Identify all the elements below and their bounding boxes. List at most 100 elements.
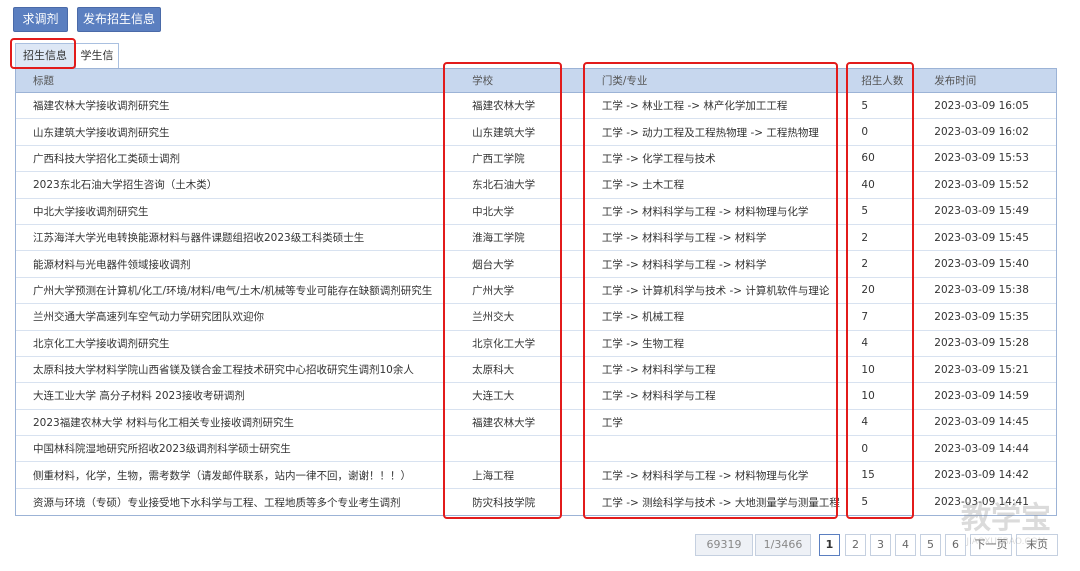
row-school: 广西工学院: [472, 152, 525, 165]
row-num: 5: [861, 496, 869, 509]
pager-page-5[interactable]: 5: [920, 534, 941, 556]
row-school: 大连工大: [472, 390, 515, 403]
row-school: 福建农林大学: [472, 416, 536, 429]
table-row[interactable]: 侧重材料，化学，生物，需考数学（请发邮件联系，站内一律不回，谢谢！！！） 上海工程…: [16, 462, 1056, 489]
row-time: 2023-03-09 15:53: [934, 152, 1029, 165]
table-row[interactable]: 太原科技大学材料学院山西省镁及镁合金工程技术研究中心招收研究生调剂10余人 太原科…: [16, 357, 1056, 384]
row-school: 广州大学: [472, 284, 515, 297]
row-title[interactable]: 江苏海洋大学光电转换能源材料与器件课题组招收2023级工科类硕士生: [16, 230, 455, 245]
row-title[interactable]: 中北大学接收调剂研究生: [16, 204, 455, 219]
row-num: 10: [861, 363, 875, 376]
pager-next[interactable]: 下一页: [970, 534, 1012, 556]
row-num: 20: [861, 284, 875, 297]
table-row[interactable]: 资源与环境（专硕）专业接受地下水科学与工程、工程地质等多个专业考生调剂 防灾科技学…: [16, 489, 1056, 515]
row-title[interactable]: 能源材料与光电器件领域接收调剂: [16, 257, 455, 272]
table-row[interactable]: 广州大学预测在计算机/化工/环境/材料/电气/土木/机械等专业可能存在缺额调剂研…: [16, 278, 1056, 305]
row-time: 2023-03-09 15:52: [934, 178, 1029, 191]
header-title[interactable]: 标题: [16, 73, 455, 88]
row-num: 15: [861, 469, 875, 482]
row-major: 工学 -> 材料科学与工程: [601, 364, 716, 377]
row-num: 2: [861, 231, 869, 244]
row-time: 2023-03-09 15:40: [934, 258, 1029, 271]
row-time: 2023-03-09 14:44: [934, 442, 1029, 455]
row-title[interactable]: 中国林科院湿地研究所招收2023级调剂科学硕士研究生: [16, 441, 455, 456]
row-time: 2023-03-09 15:38: [934, 284, 1029, 297]
table-row[interactable]: 中北大学接收调剂研究生 中北大学 工学 -> 材料科学与工程 -> 材料物理与化学 5…: [16, 199, 1056, 225]
row-title[interactable]: 广州大学预测在计算机/化工/环境/材料/电气/土木/机械等专业可能存在缺额调剂研…: [16, 283, 455, 298]
row-school: 北京化工大学: [472, 337, 536, 350]
table-row[interactable]: 福建农林大学接收调剂研究生 福建农林大学 工学 -> 林业工程 -> 林产化学加工工…: [16, 93, 1056, 120]
table-row[interactable]: 中国林科院湿地研究所招收2023级调剂科学硕士研究生 0 2023-03-09 14…: [16, 436, 1056, 463]
row-major: 工学 -> 动力工程及工程热物理 -> 工程热物理: [601, 126, 819, 139]
table-header: 标题 学校 门类/专业 招生人数 发布时间: [16, 69, 1056, 93]
row-school: 太原科大: [472, 364, 515, 377]
header-school[interactable]: 学校: [455, 73, 585, 88]
table-row[interactable]: 北京化工大学接收调剂研究生 北京化工大学 工学 -> 生物工程 4 2023-03-09…: [16, 331, 1056, 357]
row-time: 2023-03-09 14:45: [934, 416, 1029, 429]
row-major: 工学 -> 测绘科学与技术 -> 大地测量学与测量工程: [601, 496, 840, 509]
row-title[interactable]: 北京化工大学接收调剂研究生: [16, 336, 455, 351]
table-row[interactable]: 2023福建农林大学 材料与化工相关专业接收调剂研究生 福建农林大学 工学 4 2023…: [16, 410, 1056, 437]
publish-recruitment-button[interactable]: 发布招生信息: [77, 7, 161, 32]
row-school: 兰州交大: [472, 311, 515, 324]
row-title[interactable]: 2023福建农林大学 材料与化工相关专业接收调剂研究生: [16, 415, 455, 430]
row-major: 工学 -> 生物工程: [601, 337, 685, 350]
tab-student-info[interactable]: 学生信息: [75, 43, 119, 86]
row-major: 工学 -> 林业工程 -> 林产化学加工工程: [601, 100, 788, 113]
table-row[interactable]: 兰州交通大学高速列车空气动力学研究团队欢迎你 兰州交大 工学 -> 机械工程 7 202…: [16, 304, 1056, 331]
row-num: 0: [861, 126, 869, 139]
pager-page-1[interactable]: 1: [819, 534, 840, 556]
row-school: 烟台大学: [472, 258, 515, 271]
row-major: 工学 -> 材料科学与工程 -> 材料物理与化学: [601, 205, 809, 218]
table-row[interactable]: 江苏海洋大学光电转换能源材料与器件课题组招收2023级工科类硕士生 淮海工学院 工学…: [16, 225, 1056, 252]
pager-last[interactable]: 末页: [1016, 534, 1058, 556]
table-row[interactable]: 能源材料与光电器件领域接收调剂 烟台大学 工学 -> 材料科学与工程 -> 材料学 2…: [16, 251, 1056, 278]
row-major: 工学 -> 计算机科学与技术 -> 计算机软件与理论: [601, 284, 830, 297]
row-major: 工学 -> 材料科学与工程 -> 材料学: [601, 232, 767, 245]
row-time: 2023-03-09 14:42: [934, 469, 1029, 482]
row-title[interactable]: 福建农林大学接收调剂研究生: [16, 98, 455, 113]
row-time: 2023-03-09 14:59: [934, 389, 1029, 402]
row-school: 福建农林大学: [472, 100, 536, 113]
table-row[interactable]: 广西科技大学招化工类硕士调剂 广西工学院 工学 -> 化学工程与技术 60 2023-0…: [16, 146, 1056, 173]
row-major: 工学 -> 材料科学与工程 -> 材料物理与化学: [601, 469, 809, 482]
header-num[interactable]: 招生人数: [844, 73, 919, 88]
pager-page-2[interactable]: 2: [845, 534, 866, 556]
table-row[interactable]: 大连工业大学 高分子材料 2023接收考研调剂 大连工大 工学 -> 材料科学与工程…: [16, 383, 1056, 410]
pager-page-6[interactable]: 6: [945, 534, 966, 556]
row-num: 4: [861, 337, 869, 350]
pager-total: 69319: [695, 534, 753, 556]
row-num: 5: [861, 205, 869, 218]
row-title[interactable]: 广西科技大学招化工类硕士调剂: [16, 151, 455, 166]
table-row[interactable]: 2023东北石油大学招生咨询（土木类） 东北石油大学 工学 -> 土木工程 40 202…: [16, 172, 1056, 199]
row-title[interactable]: 大连工业大学 高分子材料 2023接收考研调剂: [16, 388, 455, 403]
row-title[interactable]: 2023东北石油大学招生咨询（土木类）: [16, 177, 455, 192]
row-major: 工学 -> 材料科学与工程: [601, 390, 716, 403]
pager-page-4[interactable]: 4: [895, 534, 916, 556]
table-row[interactable]: 山东建筑大学接收调剂研究生 山东建筑大学 工学 -> 动力工程及工程热物理 -> 工…: [16, 119, 1056, 146]
row-num: 0: [861, 442, 869, 455]
request-adjustment-button[interactable]: 求调剂: [13, 7, 68, 32]
row-num: 60: [861, 152, 875, 165]
recruitment-table: 标题 学校 门类/专业 招生人数 发布时间 福建农林大学接收调剂研究生 福建农林大…: [15, 68, 1057, 517]
row-time: 2023-03-09 15:45: [934, 231, 1029, 244]
row-major: 工学: [601, 416, 623, 429]
row-num: 10: [861, 389, 875, 402]
row-title[interactable]: 兰州交通大学高速列车空气动力学研究团队欢迎你: [16, 309, 455, 324]
header-time[interactable]: 发布时间: [919, 73, 1056, 88]
row-num: 7: [861, 310, 869, 323]
row-school: 东北石油大学: [472, 179, 536, 192]
row-time: 2023-03-09 16:02: [934, 126, 1029, 139]
row-school: 上海工程: [472, 469, 515, 482]
row-title[interactable]: 资源与环境（专硕）专业接受地下水科学与工程、工程地质等多个专业考生调剂: [16, 495, 455, 510]
row-school: 山东建筑大学: [472, 126, 536, 139]
row-major: 工学 -> 土木工程: [601, 179, 685, 192]
tab-recruitment-info[interactable]: 招生信息: [15, 43, 75, 68]
row-title[interactable]: 山东建筑大学接收调剂研究生: [16, 125, 455, 140]
row-title[interactable]: 太原科技大学材料学院山西省镁及镁合金工程技术研究中心招收研究生调剂10余人: [16, 362, 455, 377]
header-major[interactable]: 门类/专业: [585, 73, 845, 88]
pager-page-3[interactable]: 3: [870, 534, 891, 556]
row-major: 工学 -> 材料科学与工程 -> 材料学: [601, 258, 767, 271]
row-title[interactable]: 侧重材料，化学，生物，需考数学（请发邮件联系，站内一律不回，谢谢！！！）: [16, 468, 455, 483]
row-school: 中北大学: [472, 205, 515, 218]
